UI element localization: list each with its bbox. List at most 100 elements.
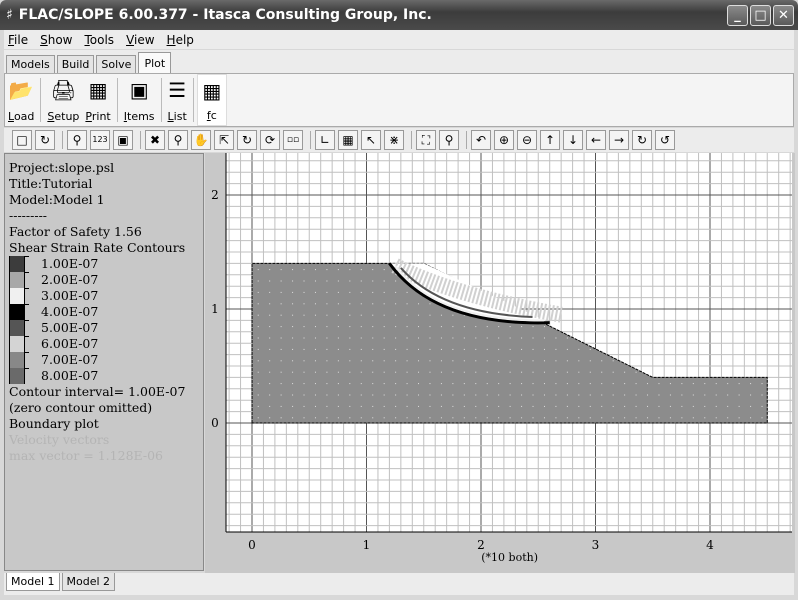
menu-show[interactable]: Show [40, 33, 72, 47]
new-plot-icon[interactable]: □ [12, 130, 32, 150]
arrow-right-icon[interactable]: → [609, 130, 629, 150]
close-button[interactable]: ✕ [773, 5, 794, 26]
velocity-vector [360, 326, 362, 328]
velocity-vector [658, 383, 660, 385]
velocity-vector [406, 326, 408, 328]
velocity-vector [280, 348, 282, 350]
velocity-vector [383, 326, 385, 328]
plot-view[interactable]: 0 1 2 3 4 0 1 2 (*10 both) [205, 153, 795, 573]
main-tabs: Models Build Solve Plot [4, 50, 794, 74]
velocity-vector [337, 326, 339, 328]
snap-grid-icon[interactable]: ⋇ [384, 130, 404, 150]
zoom-fit-icon[interactable]: ⛶ [416, 130, 436, 150]
velocity-vector [349, 383, 351, 385]
rotate-cw-icon[interactable]: ↻ [632, 130, 652, 150]
velocity-vector [314, 303, 316, 305]
axes-icon[interactable]: ∟ [315, 130, 335, 150]
velocity-vector [326, 405, 328, 407]
list-button[interactable]: ☰ List [165, 74, 190, 126]
rotate-ccw-icon[interactable]: ↺ [655, 130, 675, 150]
tab-build[interactable]: Build [56, 55, 95, 73]
fill-icon[interactable]: ▣ [113, 130, 133, 150]
menu-file[interactable]: File [8, 33, 28, 47]
velocity-vector [395, 383, 397, 385]
rotate-3d-icon[interactable]: ⟳ [260, 130, 280, 150]
velocity-vector [269, 383, 271, 385]
velocity-vector [612, 360, 614, 362]
velocity-vector [750, 394, 752, 396]
zoom-out-icon[interactable]: ⊖ [517, 130, 537, 150]
velocity-vector [292, 303, 294, 305]
velocity-vector [372, 371, 374, 373]
contour-legend-item: 5.00E-07 [9, 320, 203, 336]
velocity-vector [280, 337, 282, 339]
tab-models[interactable]: Models [6, 55, 55, 73]
y-tick-label: 2 [211, 188, 219, 202]
reset-view-icon[interactable]: ✖ [145, 130, 165, 150]
arrow-down-icon[interactable]: ↓ [563, 130, 583, 150]
window-title: FLAC/SLOPE 6.00.377 - Itasca Consulting … [18, 7, 432, 23]
tab-model-1[interactable]: Model 1 [6, 573, 60, 591]
velocity-vector [406, 360, 408, 362]
velocity-vector [292, 394, 294, 396]
plot-toolbar: □ ↻ ⚲ 123 ▣ ✖ ⚲ ✋ ⇱ ↻ ⟳ ▫▫ ∟ ▦ ↖ ⋇ ⛶ ⚲ ↶… [4, 128, 794, 152]
contour-swatch [9, 288, 29, 304]
menu-tools[interactable]: Tools [84, 33, 114, 47]
velocity-vector [326, 337, 328, 339]
menu-view[interactable]: View [126, 33, 154, 47]
zoom-lock-icon[interactable]: ⚲ [439, 130, 459, 150]
velocity-vector [269, 326, 271, 328]
velocity-vector [269, 405, 271, 407]
setup-button[interactable]: 🖨 Setup [44, 74, 82, 126]
zoom-icon[interactable]: ⚲ [168, 130, 188, 150]
resize-icon[interactable]: ⇱ [214, 130, 234, 150]
rotate-icon[interactable]: ↻ [237, 130, 257, 150]
undo-icon[interactable]: ↶ [471, 130, 491, 150]
zoom-in-icon[interactable]: ⊕ [494, 130, 514, 150]
velocity-vector [292, 348, 294, 350]
velocity-vector [761, 405, 763, 407]
velocity-vector [463, 360, 465, 362]
velocity-vector [372, 337, 374, 339]
contour-swatch [9, 352, 29, 368]
menu-help[interactable]: Help [167, 33, 194, 47]
velocity-vector [337, 405, 339, 407]
arrow-left-icon[interactable]: ← [586, 130, 606, 150]
pointer-xy-icon[interactable]: ↖ [361, 130, 381, 150]
print-button[interactable]: ▦ Print [82, 74, 113, 126]
numbering-icon[interactable]: 123 [90, 130, 110, 150]
zoom-window-icon[interactable]: ⚲ [67, 130, 87, 150]
arrow-up-icon[interactable]: ↑ [540, 130, 560, 150]
velocity-vector [463, 394, 465, 396]
fc-plot-button[interactable]: ▦ fc [196, 74, 227, 126]
minimize-button[interactable]: _ [727, 5, 748, 26]
grid-toggle-icon[interactable]: ▦ [338, 130, 358, 150]
maximize-button[interactable]: □ [750, 5, 771, 26]
velocity-vector [383, 291, 385, 293]
pan-hand-icon[interactable]: ✋ [191, 130, 211, 150]
velocity-vector [727, 405, 729, 407]
refresh-icon[interactable]: ↻ [35, 130, 55, 150]
velocity-vector [498, 348, 500, 350]
velocity-vector [498, 383, 500, 385]
velocity-vector [337, 371, 339, 373]
plot-canvas[interactable]: 0 1 2 3 4012(*10 both) [205, 153, 795, 573]
items-button[interactable]: ▣ Items [121, 74, 158, 126]
velocity-vector [452, 326, 454, 328]
load-button[interactable]: 📂 Load [5, 74, 37, 126]
tab-solve[interactable]: Solve [96, 55, 137, 73]
velocity-vector [532, 417, 534, 419]
tab-plot[interactable]: Plot [138, 52, 172, 74]
velocity-vector [337, 394, 339, 396]
x-tick-label: 1 [363, 538, 371, 552]
velocity-vector [452, 337, 454, 339]
velocity-vector [314, 405, 316, 407]
velocity-vector [715, 405, 717, 407]
velocity-vector [555, 360, 557, 362]
link-icon[interactable]: ▫▫ [283, 130, 303, 150]
velocity-vector [647, 383, 649, 385]
title-label: Title:Tutorial [9, 176, 93, 191]
velocity-vector [360, 394, 362, 396]
tab-model-2[interactable]: Model 2 [61, 573, 116, 591]
velocity-vector [418, 326, 420, 328]
